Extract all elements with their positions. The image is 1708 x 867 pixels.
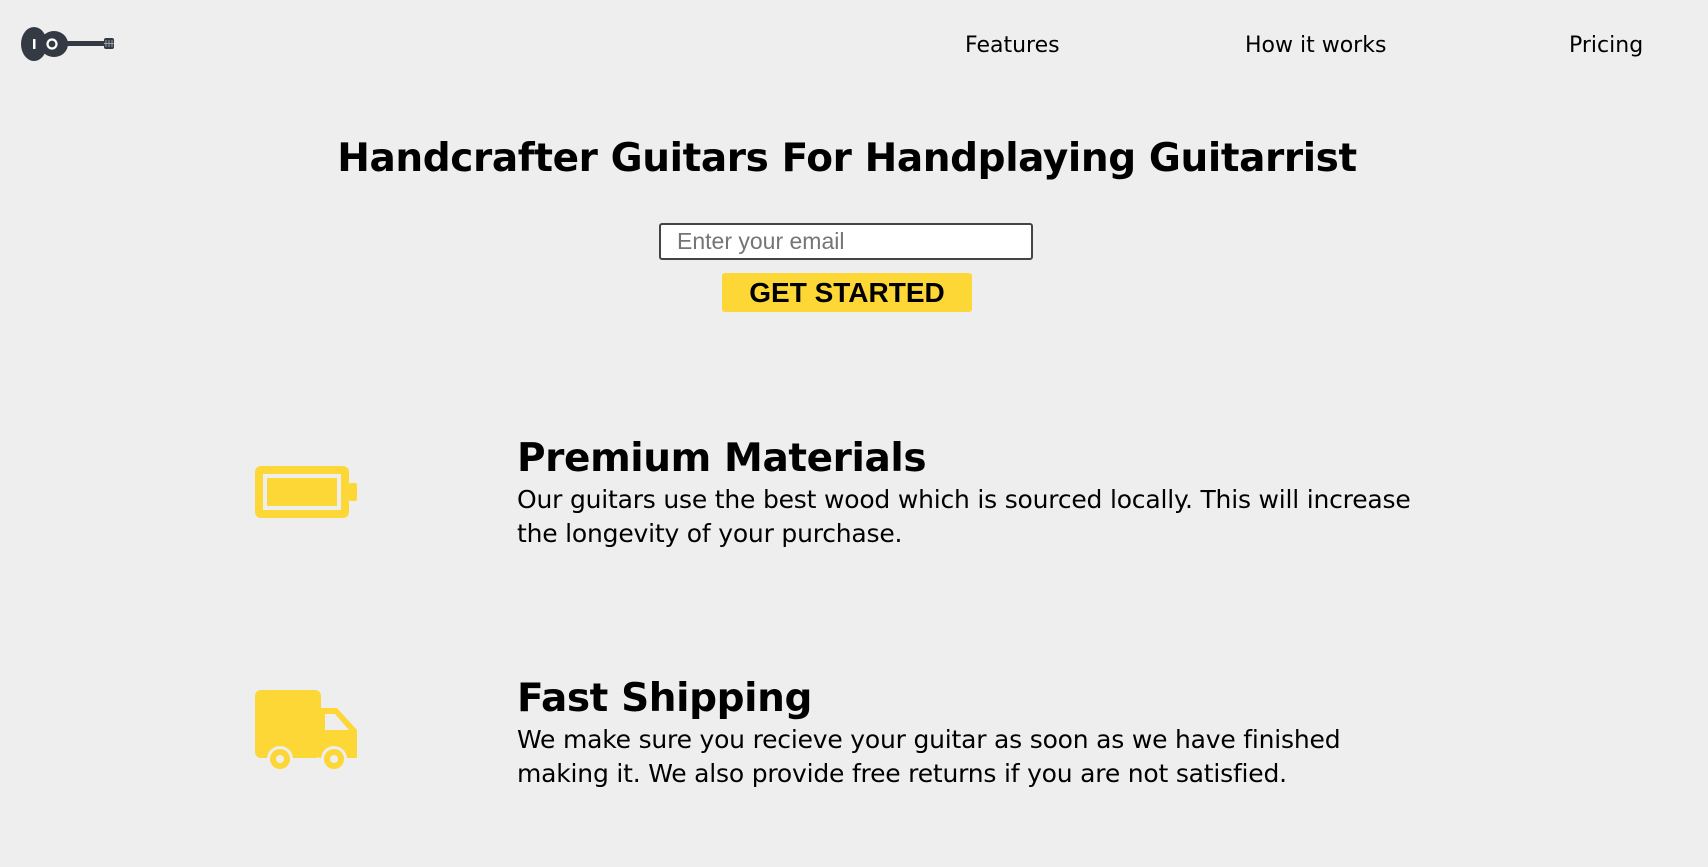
feature-description: Our guitars use the best wood which is s…	[517, 485, 1411, 548]
truck-icon	[255, 690, 357, 772]
battery-icon	[255, 466, 357, 518]
hero-title: Handcrafter Guitars For Handplaying Guit…	[337, 136, 1357, 181]
email-input[interactable]	[659, 223, 1033, 260]
feature-title: Fast Shipping	[517, 676, 813, 721]
site-header: Features How it works Pricing	[0, 0, 1708, 92]
feature-description: We make sure you recieve your guitar as …	[517, 725, 1341, 788]
nav-link-features[interactable]: Features	[965, 32, 1060, 60]
feature-title: Premium Materials	[517, 436, 927, 481]
guitar-icon[interactable]	[20, 20, 116, 68]
nav-link-how-it-works[interactable]: How it works	[1245, 32, 1386, 60]
nav-link-pricing[interactable]: Pricing	[1569, 32, 1643, 60]
get-started-button[interactable]: GET STARTED	[722, 273, 972, 312]
